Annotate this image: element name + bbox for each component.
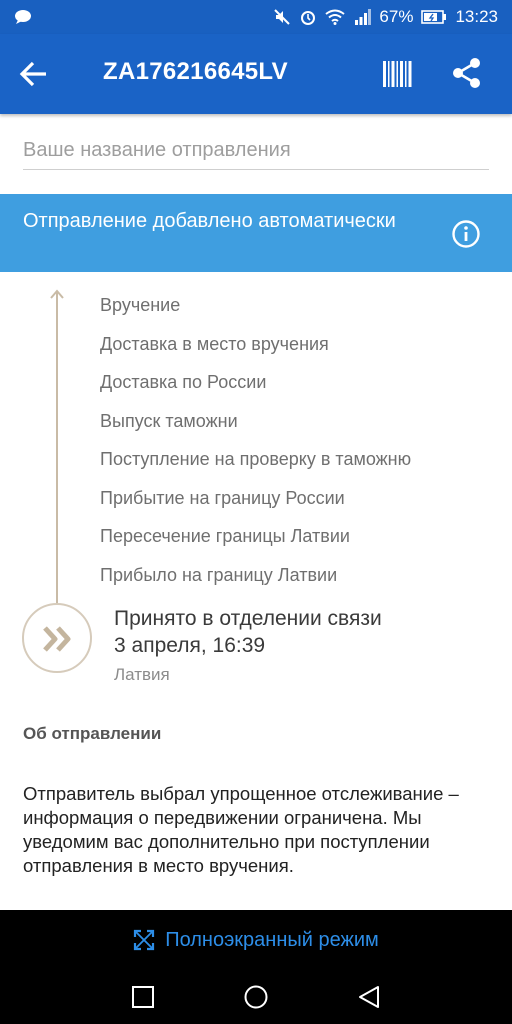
banner-text: Отправление добавлено автоматически <box>23 210 396 232</box>
back-arrow-icon[interactable] <box>16 58 52 90</box>
current-status-date: 3 апреля, 16:39 <box>114 634 266 657</box>
battery-percent: 67% <box>379 7 414 26</box>
info-icon[interactable] <box>451 219 481 249</box>
battery-icon <box>421 10 447 24</box>
timeline-events: Вручение Доставка в место вручения Доста… <box>100 292 411 600</box>
timeline-event: Прибыло на границу Латвии <box>100 564 338 585</box>
shipment-name-input[interactable] <box>23 132 489 170</box>
clock-time: 13:23 <box>455 7 498 26</box>
fullscreen-label: Полноэкранный режим <box>165 928 379 951</box>
timeline-line <box>56 292 58 604</box>
tracking-number-title: ZA176216645LV <box>103 58 288 85</box>
timeline-event: Доставка по России <box>100 372 267 392</box>
timeline-event: Поступление на проверку в таможню <box>100 449 412 469</box>
about-section-title: Об отправлении <box>23 724 162 743</box>
barcode-icon[interactable] <box>382 58 414 90</box>
current-status-marker <box>22 603 92 673</box>
status-bar: 67% 13:23 <box>0 0 512 34</box>
mute-icon <box>273 8 291 26</box>
alarm-icon <box>299 8 317 26</box>
current-status-country: Латвия <box>114 665 170 684</box>
system-nav-bar <box>0 970 512 1024</box>
about-section-text: Отправитель выбрал упрощенное отслеживан… <box>23 783 459 876</box>
timeline-event: Выпуск таможни <box>100 410 238 431</box>
message-notification-icon <box>15 10 31 24</box>
auto-added-banner: Отправление добавлено автоматически <box>0 194 512 272</box>
timeline-event: Прибытие на границу России <box>100 487 345 508</box>
recent-apps-icon[interactable] <box>130 984 156 1010</box>
timeline-event: Доставка в место вручения <box>100 333 329 354</box>
wifi-icon <box>325 9 346 25</box>
app-bar: ZA176216645LV <box>0 34 512 114</box>
share-icon[interactable] <box>450 56 484 90</box>
fullscreen-button[interactable]: Полноэкранный режим <box>0 910 512 970</box>
timeline-event: Вручение <box>100 295 181 315</box>
timeline-arrow-icon <box>50 289 64 299</box>
back-nav-icon[interactable] <box>356 984 382 1010</box>
timeline-event: Пересечение границы Латвии <box>100 526 350 546</box>
expand-icon <box>134 929 155 951</box>
home-icon[interactable] <box>243 984 269 1010</box>
current-status-title: Принято в отделении связи <box>114 607 382 630</box>
double-chevron-icon <box>43 626 71 652</box>
signal-icon <box>353 9 372 25</box>
